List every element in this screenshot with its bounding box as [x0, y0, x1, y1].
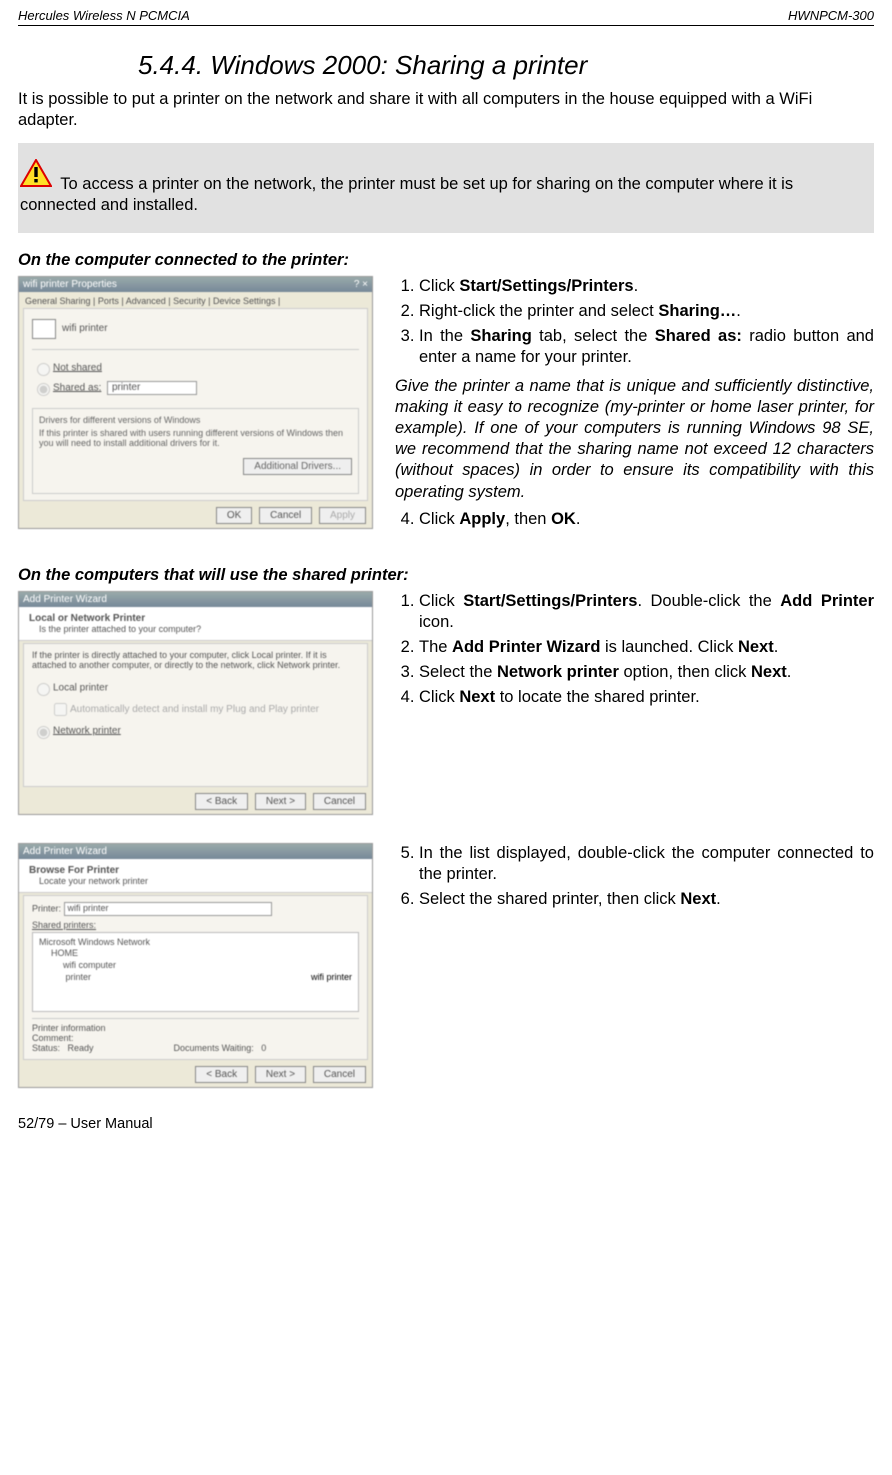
client-step-6: Select the shared printer, then click Ne… — [419, 889, 874, 910]
step-3: In the Sharing tab, select the Shared as… — [419, 326, 874, 368]
steps-clients: Click Start/Settings/Printers. Double-cl… — [395, 591, 874, 717]
close-icon: ? × — [354, 279, 368, 290]
subheading-clients: On the computers that will use the share… — [18, 566, 874, 585]
step-1: Click Start/Settings/Printers. — [419, 276, 874, 297]
client-step-5: In the list displayed, double-click the … — [419, 843, 874, 885]
subheading-connected: On the computer connected to the printer… — [18, 251, 874, 270]
page-header: Hercules Wireless N PCMCIA HWNPCM-300 — [18, 8, 874, 26]
printer-icon — [32, 319, 56, 339]
page-footer: 52/79 – User Manual — [18, 1116, 874, 1132]
step-2: Right-click the printer and select Shari… — [419, 301, 874, 322]
client-step-2: The Add Printer Wizard is launched. Clic… — [419, 637, 874, 658]
steps-browse: In the list displayed, double-click the … — [395, 843, 874, 918]
printer-properties-screenshot: wifi printer Properties? × General Shari… — [18, 276, 373, 529]
warning-note: To access a printer on the network, the … — [18, 143, 874, 232]
header-right: HWNPCM-300 — [788, 8, 874, 23]
step-4: Click Apply, then OK. — [419, 509, 874, 530]
warning-icon — [20, 159, 52, 193]
client-step-3: Select the Network printer option, then … — [419, 662, 874, 683]
section-title: 5.4.4. Windows 2000: Sharing a printer — [138, 50, 874, 81]
client-step-4: Click Next to locate the shared printer. — [419, 687, 874, 708]
printer-tree: Microsoft Windows Network HOME wifi comp… — [32, 932, 359, 1012]
client-step-1: Click Start/Settings/Printers. Double-cl… — [419, 591, 874, 633]
add-printer-wizard-screenshot-2: Add Printer Wizard Browse For Printer Lo… — [18, 843, 373, 1088]
naming-advice: Give the printer a name that is unique a… — [395, 376, 874, 503]
steps-connected: Click Start/Settings/Printers. Right-cli… — [395, 276, 874, 538]
header-left: Hercules Wireless N PCMCIA — [18, 8, 190, 23]
add-printer-wizard-screenshot-1: Add Printer Wizard Local or Network Prin… — [18, 591, 373, 815]
intro-paragraph: It is possible to put a printer on the n… — [18, 89, 874, 131]
warning-text: To access a printer on the network, the … — [20, 175, 793, 214]
